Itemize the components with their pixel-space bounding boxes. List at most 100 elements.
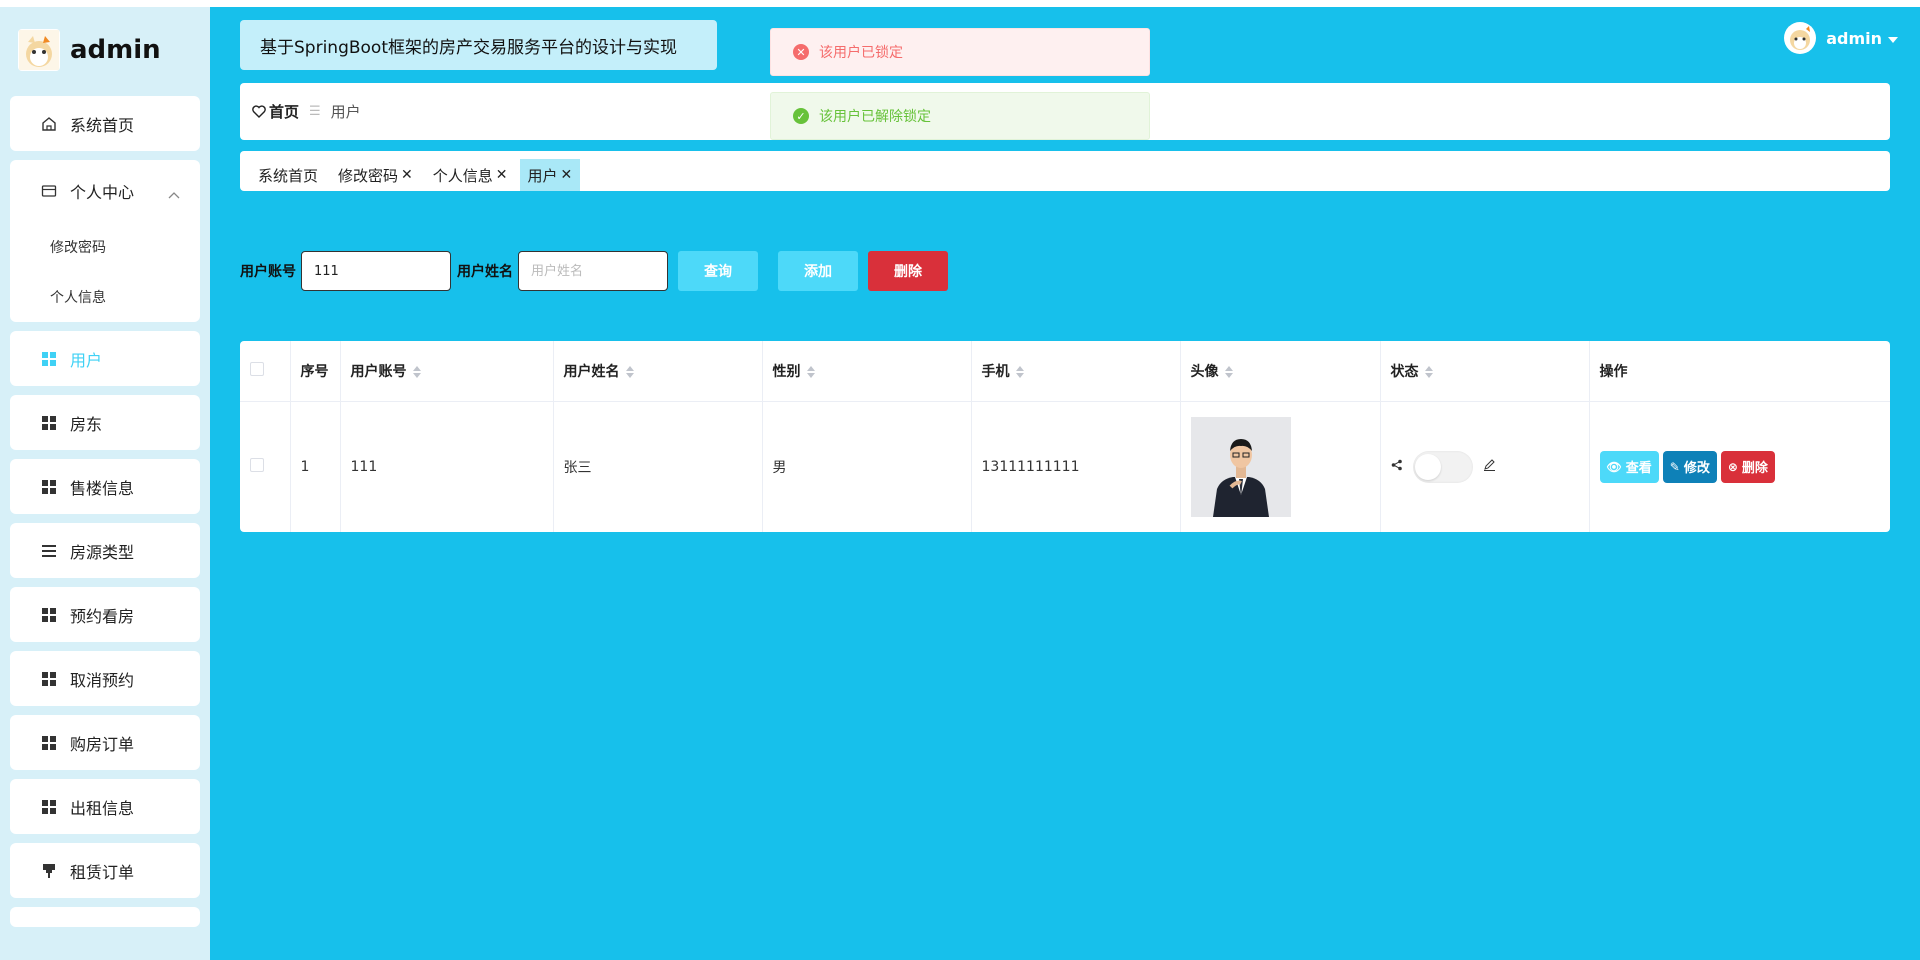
sort-icon[interactable] [806, 365, 815, 378]
breadcrumb-current: 用户 [330, 103, 361, 121]
sidebar-item-label: 房东 [70, 414, 103, 434]
batch-delete-button[interactable]: 删除 [868, 251, 948, 291]
sort-icon[interactable] [1015, 365, 1024, 378]
share-icon[interactable] [1391, 459, 1403, 475]
sidebar-item-home[interactable]: 系统首页 [10, 96, 200, 151]
sort-icon[interactable] [1224, 365, 1233, 378]
user-menu[interactable]: admin [1784, 22, 1898, 54]
pen-icon[interactable] [1483, 458, 1496, 475]
toggle-knob [1414, 453, 1441, 480]
grid-icon [40, 350, 58, 368]
sidebar-item-purchase-orders-row[interactable]: 购房订单 [10, 715, 200, 770]
sidebar-item-users[interactable]: 用户 [10, 331, 200, 386]
list-icon [40, 542, 58, 560]
select-all-checkbox[interactable] [250, 361, 264, 376]
sidebar-item-users-row[interactable]: 用户 [10, 331, 200, 386]
user-photo[interactable] [1190, 416, 1291, 517]
sort-icon[interactable] [625, 365, 634, 378]
cell-gender: 男 [762, 401, 972, 532]
sidebar-subitem-profile[interactable]: 个人信息 [10, 272, 200, 322]
sidebar-item-label: 房源类型 [70, 542, 135, 562]
close-icon[interactable]: ✕ [496, 167, 508, 183]
page-title: 基于SpringBoot框架的房产交易服务平台的设计与实现 [240, 20, 717, 70]
row-actions: 👁 查看 ✎ 修改 ⊗ 删除 [1599, 450, 1891, 483]
query-button[interactable]: 查询 [678, 251, 758, 291]
sort-icon[interactable] [1424, 365, 1433, 378]
col-status[interactable]: 状态 [1380, 341, 1590, 402]
sidebar-item-purchase-orders[interactable]: 购房订单 [10, 715, 200, 770]
delete-button-label: 删除 [1741, 461, 1768, 477]
sidebar-item-rentals-row[interactable]: 出租信息 [10, 779, 200, 834]
add-button[interactable]: 添加 [778, 251, 858, 291]
sidebar-item-property-types[interactable]: 房源类型 [10, 523, 200, 578]
sidebar-item-landlords[interactable]: 房东 [10, 395, 200, 450]
col-status-label: 状态 [1390, 363, 1419, 380]
error-circle-icon: ✕ [793, 44, 809, 60]
account-input[interactable] [301, 251, 451, 291]
sidebar-menu: 系统首页 个人中心 修改密码 个人信息 用户 房东 售楼信息 房源类型 预约看房… [10, 96, 200, 936]
breadcrumb-home[interactable]: 首页 [252, 101, 299, 122]
cell-name: 张三 [553, 401, 763, 532]
col-avatar[interactable]: 头像 [1180, 341, 1381, 402]
grid-icon [40, 670, 58, 688]
name-label: 用户姓名 [457, 264, 513, 280]
tag-users[interactable]: 用户 ✕ [519, 159, 581, 191]
grid-icon [40, 734, 58, 752]
col-index: 序号 [290, 341, 341, 402]
close-icon[interactable]: ✕ [401, 167, 413, 183]
tag-home[interactable]: 系统首页 [258, 159, 318, 191]
sidebar-item-home-row[interactable]: 系统首页 [10, 96, 200, 151]
row-checkbox[interactable] [250, 457, 264, 472]
sidebar-item-personal[interactable]: 个人中心 [10, 160, 200, 222]
sidebar-item-lease-orders-row[interactable]: 租赁订单 [10, 843, 200, 898]
sidebar-item-label: 用户 [70, 350, 103, 370]
grid-icon [40, 798, 58, 816]
sidebar-item-cancellations[interactable]: 取消预约 [10, 651, 200, 706]
lock-toggle[interactable] [1412, 450, 1473, 483]
name-input[interactable] [518, 251, 668, 291]
sidebar-item-rentals[interactable]: 出租信息 [10, 779, 200, 834]
table-header-row: 序号 用户账号 用户姓名 性别 手机 头像 状态 操作 [240, 341, 1890, 402]
sidebar-item-viewings[interactable]: 预约看房 [10, 587, 200, 642]
sidebar-item-cancellations-row[interactable]: 取消预约 [10, 651, 200, 706]
sidebar-item-lease-orders[interactable]: 租赁订单 [10, 843, 200, 898]
sidebar-item-sales-row[interactable]: 售楼信息 [10, 459, 200, 514]
col-account-label: 用户账号 [350, 363, 407, 380]
sidebar-item-label: 预约看房 [70, 606, 135, 626]
edit-button[interactable]: ✎ 修改 [1662, 450, 1717, 483]
id-card-icon [40, 182, 58, 200]
breadcrumb-separator-icon: ☰ [309, 104, 321, 119]
check-circle-icon: ✓ [793, 108, 809, 124]
tag-change-password[interactable]: 修改密码 ✕ [338, 159, 413, 191]
brand: admin [18, 29, 161, 71]
cell-index: 1 [290, 401, 341, 532]
success-toast: ✓ 该用户已解除锁定 [770, 92, 1150, 140]
tag-profile[interactable]: 个人信息 ✕ [433, 159, 508, 191]
close-icon[interactable]: ✕ [561, 167, 573, 183]
delete-button[interactable]: ⊗ 删除 [1720, 450, 1775, 483]
sidebar-item-sales[interactable]: 售楼信息 [10, 459, 200, 514]
sort-icon[interactable] [412, 365, 421, 378]
col-phone[interactable]: 手机 [971, 341, 1181, 402]
col-name[interactable]: 用户姓名 [553, 341, 763, 402]
sidebar-item-landlords-row[interactable]: 房东 [10, 395, 200, 450]
sidebar-item-label: 售楼信息 [70, 478, 135, 498]
select-all-cell [240, 341, 291, 402]
grid-icon [40, 606, 58, 624]
col-account[interactable]: 用户账号 [340, 341, 554, 402]
caret-down-icon [1888, 29, 1898, 48]
edit-button-label: 修改 [1683, 461, 1710, 477]
success-toast-text: 该用户已解除锁定 [819, 109, 931, 125]
sidebar-item-property-types-row[interactable]: 房源类型 [10, 523, 200, 578]
col-gender-label: 性别 [772, 363, 801, 380]
col-gender[interactable]: 性别 [762, 341, 972, 402]
view-button[interactable]: 👁 查看 [1599, 450, 1659, 483]
table-row: 1 111 张三 男 13111111111 👁 查看 ✎ 修改 ⊗ 删除 [240, 401, 1890, 532]
cell-avatar [1180, 401, 1381, 532]
sidebar-subitem-change-password[interactable]: 修改密码 [10, 222, 200, 272]
col-actions: 操作 [1589, 341, 1890, 402]
chevron-up-icon[interactable] [168, 184, 180, 203]
sidebar-item-viewings-row[interactable]: 预约看房 [10, 587, 200, 642]
col-avatar-label: 头像 [1190, 363, 1219, 380]
col-actions-label: 操作 [1599, 363, 1628, 380]
